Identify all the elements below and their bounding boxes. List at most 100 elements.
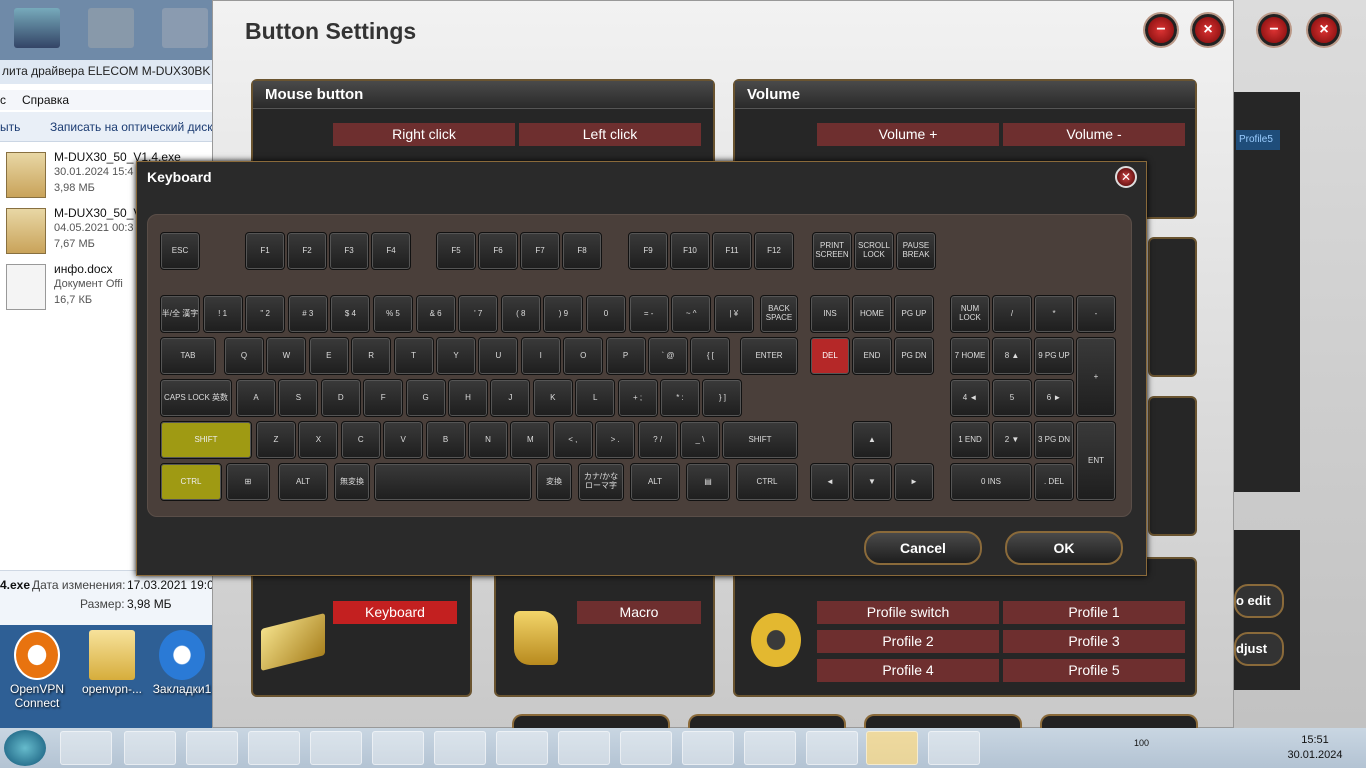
key-letter[interactable]: H (448, 379, 488, 417)
taskbar-app[interactable] (310, 731, 362, 765)
volume-up-button[interactable]: Volume + (817, 123, 999, 146)
key-letter[interactable]: S (278, 379, 319, 417)
key-page-down[interactable]: PG DN (894, 337, 934, 375)
key-letter[interactable]: ` @ (648, 337, 688, 375)
computer-icon[interactable] (14, 8, 60, 48)
key-arrow-left[interactable]: ◄ (810, 463, 850, 501)
key-arrow-right[interactable]: ► (894, 463, 934, 501)
key-number[interactable]: & 6 (415, 295, 456, 333)
key-fn[interactable]: F8 (562, 232, 602, 270)
key-delete[interactable]: DEL (810, 337, 850, 375)
bottom-tab-button[interactable] (864, 714, 1022, 728)
key-letter[interactable]: D (320, 379, 361, 417)
key-numpad-plus[interactable]: + (1076, 337, 1116, 417)
key-letter[interactable]: _ \ (680, 421, 720, 459)
toolbar-open[interactable]: ыть (0, 120, 20, 134)
close-button[interactable]: × (1308, 14, 1340, 46)
key-letter[interactable]: > . (595, 421, 636, 459)
key-end[interactable]: END (852, 337, 892, 375)
clock[interactable]: 15:51 30.01.2024 (1278, 734, 1352, 761)
folder-icon[interactable] (88, 8, 134, 48)
key-muhenkan[interactable]: 無変換 (334, 463, 370, 501)
key-fn[interactable]: F9 (628, 232, 668, 270)
key-numpad[interactable]: / (992, 295, 1032, 333)
right-click-button[interactable]: Right click (333, 123, 515, 146)
key-fn[interactable]: F5 (436, 232, 476, 270)
key-number[interactable]: % 5 (373, 295, 413, 333)
key-page-up[interactable]: PG UP (894, 295, 934, 333)
key-letter[interactable]: F (363, 379, 404, 417)
taskbar-app[interactable] (928, 731, 980, 765)
key-fn[interactable]: F6 (478, 232, 518, 270)
edit-button[interactable]: o edit (1234, 584, 1284, 618)
key-number[interactable]: 0 (586, 295, 626, 333)
key-letter[interactable]: K (532, 379, 573, 417)
key-letter[interactable]: O (563, 337, 604, 375)
key-letter[interactable]: N (468, 421, 508, 459)
key-number[interactable]: ( 8 (500, 295, 541, 333)
key-left-ctrl[interactable]: CTRL (160, 463, 222, 501)
key-system[interactable]: SCROLL LOCK (854, 232, 894, 270)
profile-3-button[interactable]: Profile 3 (1003, 630, 1185, 653)
key-windows[interactable]: ⊞ (226, 463, 270, 501)
key-letter[interactable]: G (405, 379, 446, 417)
volume-down-button[interactable]: Volume - (1003, 123, 1185, 146)
key-fn[interactable]: F3 (329, 232, 369, 270)
taskbar-utorrent[interactable] (806, 731, 858, 765)
key-right-shift[interactable]: SHIFT (722, 421, 798, 459)
key-fn[interactable]: F7 (520, 232, 560, 270)
key-numpad[interactable]: 6 ► (1034, 379, 1074, 417)
key-num-lock[interactable]: NUM LOCK (950, 295, 990, 333)
key-letter[interactable]: E (308, 337, 349, 375)
taskbar-button-settings-active[interactable] (866, 731, 918, 765)
key-numpad[interactable]: 3 PG DN (1034, 421, 1074, 459)
key-number[interactable]: " 2 (245, 295, 286, 333)
profile-2-button[interactable]: Profile 2 (817, 630, 999, 653)
key-letter[interactable]: { [ (690, 337, 731, 375)
key-alt[interactable]: ALT (630, 463, 680, 501)
menu-item-help[interactable]: Справка (22, 93, 69, 107)
key-letter[interactable]: U (478, 337, 519, 375)
key-caps-lock[interactable]: CAPS LOCK 英数 (160, 379, 232, 417)
dialog-close-icon[interactable]: ✕ (1115, 166, 1137, 188)
ok-button[interactable]: OK (1005, 531, 1123, 565)
key-numpad[interactable]: 8 ▲ (992, 337, 1032, 375)
taskbar-app[interactable] (372, 731, 424, 765)
key-fn[interactable]: F12 (754, 232, 794, 270)
key-insert[interactable]: INS (810, 295, 850, 333)
key-letter[interactable]: + ; (617, 379, 658, 417)
menu-item[interactable]: с (0, 93, 6, 107)
profile-switch-button[interactable]: Profile switch (817, 601, 999, 624)
key-number[interactable]: ~ ^ (671, 295, 712, 333)
key-numpad-0[interactable]: 0 INS (950, 463, 1032, 501)
key-numpad-enter[interactable]: ENT (1076, 421, 1116, 501)
key-numpad[interactable]: 4 ◄ (950, 379, 990, 417)
key-number[interactable]: | ¥ (713, 295, 754, 333)
taskbar-app[interactable] (744, 731, 796, 765)
keyboard-button[interactable]: Keyboard (333, 601, 457, 624)
key-letter[interactable]: M (510, 421, 551, 459)
key-alt[interactable]: ALT (278, 463, 328, 501)
key-letter[interactable]: L (575, 379, 616, 417)
key-letter[interactable]: C (340, 421, 381, 459)
taskbar-app[interactable] (620, 731, 672, 765)
key-number[interactable]: ) 9 (543, 295, 584, 333)
key-letter[interactable]: V (383, 421, 424, 459)
profile-4-button[interactable]: Profile 4 (817, 659, 999, 682)
key-kana[interactable]: カナ/かな ローマ字 (578, 463, 624, 501)
minimize-button[interactable]: − (1145, 14, 1177, 46)
start-button[interactable] (4, 730, 46, 766)
key-letter[interactable]: } ] (702, 379, 743, 417)
bottom-tab-button[interactable] (1040, 714, 1198, 728)
taskbar-app[interactable] (248, 731, 300, 765)
key-letter[interactable]: Q (224, 337, 264, 375)
key-numpad[interactable]: - (1076, 295, 1116, 333)
macro-button[interactable]: Macro (577, 601, 701, 624)
key-home[interactable]: HOME (852, 295, 892, 333)
taskbar-calculator[interactable] (124, 731, 176, 765)
bottom-tab-button[interactable] (512, 714, 670, 728)
key-letter[interactable]: < , (552, 421, 593, 459)
key-esc[interactable]: ESC (160, 232, 200, 270)
left-click-button[interactable]: Left click (519, 123, 701, 146)
key-left-shift[interactable]: SHIFT (160, 421, 252, 459)
